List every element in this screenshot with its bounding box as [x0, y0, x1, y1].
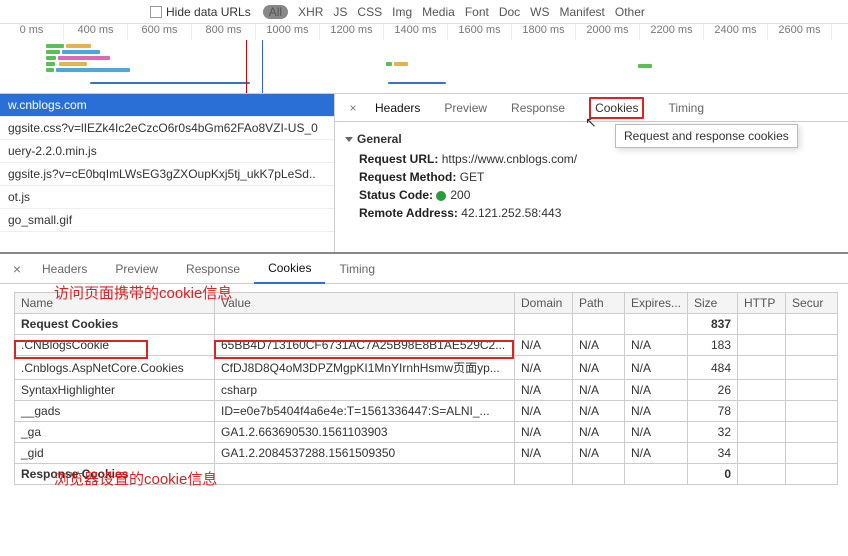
tab-response[interactable]: Response — [499, 95, 577, 121]
cookies-table-wrap: 访问页面携带的cookie信息 NameValueDomainPathExpir… — [0, 284, 848, 485]
request-row[interactable]: ot.js — [0, 186, 334, 209]
timeline-ticks: 0 ms400 ms600 ms800 ms1000 ms1200 ms1400… — [0, 24, 848, 40]
filter-ws[interactable]: WS — [530, 5, 549, 19]
hide-data-urls-label: Hide data URLs — [166, 5, 251, 19]
request-row[interactable]: ggsite.css?v=lIEZk4Ic2eCzcO6r0s4bGm62FAo… — [0, 117, 334, 140]
filter-media[interactable]: Media — [422, 5, 455, 19]
request-url-row: Request URL: https://www.cnblogs.com/ — [345, 150, 838, 168]
type-filters: All XHR JS CSS Img Media Font Doc WS Man… — [263, 5, 645, 19]
collapse-triangle-icon — [345, 137, 353, 142]
close-icon[interactable]: × — [343, 101, 363, 115]
filter-all[interactable]: All — [263, 5, 288, 19]
filter-font[interactable]: Font — [465, 5, 489, 19]
cookies-header-row: NameValueDomainPathExpires...SizeHTTPSec… — [15, 293, 838, 314]
filter-img[interactable]: Img — [392, 5, 412, 19]
cookie-row[interactable]: _gidGA1.2.2084537288.1561509350N/AN/AN/A… — [15, 443, 838, 464]
request-cookies-group: Request Cookies837 — [15, 314, 838, 335]
request-row-selected[interactable]: w.cnblogs.com — [0, 94, 334, 117]
status-code-row: Status Code: 200 — [345, 186, 838, 204]
response-cookies-group: Response Cookies0 — [15, 464, 838, 485]
tab-preview[interactable]: Preview — [432, 95, 499, 121]
detail-tabs: × Headers Preview Response Cookies Timin… — [335, 94, 848, 122]
tab-headers[interactable]: Headers — [28, 255, 101, 283]
request-row[interactable]: uery-2.2.0.min.js — [0, 140, 334, 163]
tab-preview[interactable]: Preview — [101, 255, 172, 283]
timeline-overview[interactable]: 0 ms400 ms600 ms800 ms1000 ms1200 ms1400… — [0, 24, 848, 94]
tab-cookies[interactable]: Cookies — [254, 254, 325, 284]
cookie-row[interactable]: SyntaxHighlightercsharpN/AN/AN/A26 — [15, 380, 838, 401]
filter-js[interactable]: JS — [333, 5, 347, 19]
tab-response[interactable]: Response — [172, 255, 254, 283]
request-detail-pane: × Headers Preview Response Cookies Timin… — [335, 94, 848, 252]
cookie-row[interactable]: _gaGA1.2.663690530.1561103903N/AN/AN/A32 — [15, 422, 838, 443]
waterfall-bars — [0, 42, 848, 94]
tab-timing[interactable]: Timing — [325, 255, 389, 283]
filter-manifest[interactable]: Manifest — [560, 5, 605, 19]
request-row[interactable]: go_small.gif — [0, 209, 334, 232]
hide-data-urls-checkbox[interactable]: Hide data URLs — [150, 5, 251, 19]
tab-cookies-highlight: Cookies — [589, 97, 644, 119]
tab-timing[interactable]: Timing — [656, 95, 716, 121]
request-list[interactable]: w.cnblogs.com ggsite.css?v=lIEZk4Ic2eCzc… — [0, 94, 335, 252]
filter-other[interactable]: Other — [615, 5, 645, 19]
close-icon[interactable]: × — [6, 261, 28, 277]
cookies-tooltip: Request and response cookies — [615, 124, 798, 148]
filter-doc[interactable]: Doc — [499, 5, 520, 19]
cookies-table[interactable]: NameValueDomainPathExpires...SizeHTTPSec… — [14, 292, 838, 485]
remote-address-row: Remote Address: 42.121.252.58:443 — [345, 204, 838, 222]
lower-pane: × Headers Preview Response Cookies Timin… — [0, 254, 848, 485]
cookie-row[interactable]: .Cnblogs.AspNetCore.CookiesCfDJ8D8Q4oM3D… — [15, 356, 838, 380]
upper-pane: w.cnblogs.com ggsite.css?v=lIEZk4Ic2eCzc… — [0, 94, 848, 254]
filter-xhr[interactable]: XHR — [298, 5, 323, 19]
filter-bar: Hide data URLs All XHR JS CSS Img Media … — [0, 0, 848, 24]
filter-css[interactable]: CSS — [357, 5, 382, 19]
request-method-row: Request Method: GET — [345, 168, 838, 186]
cookie-row[interactable]: .CNBlogsCookie65BB4D713160CF6731AC7A25B9… — [15, 335, 838, 356]
lower-tabs: × Headers Preview Response Cookies Timin… — [0, 254, 848, 284]
tab-headers[interactable]: Headers — [363, 95, 432, 121]
cookie-row[interactable]: __gadsID=e0e7b5404f4a6e4e:T=1561336447:S… — [15, 401, 838, 422]
status-dot-icon — [436, 191, 446, 201]
request-row[interactable]: ggsite.js?v=cE0bqImLWsEG3gZXOupKxj5tj_uk… — [0, 163, 334, 186]
tab-cookies[interactable]: Cookies — [577, 95, 656, 121]
